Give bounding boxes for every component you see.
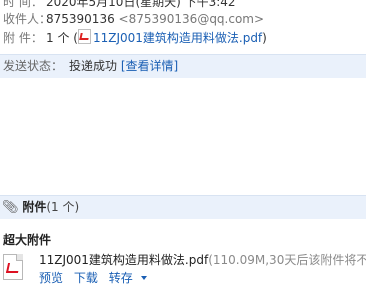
attachments-count: (1 个) (46, 200, 80, 214)
save-to-label: 转存 (108, 271, 133, 285)
paperclip-icon: 📎︎ (2, 200, 19, 215)
recipient-email: <875390136@qq.com> (118, 12, 265, 26)
recipient-name[interactable]: 875390136 (46, 12, 115, 26)
attachment-filename[interactable]: 11ZJ001建筑构造用料做法.pdf (39, 253, 208, 267)
page-fold (16, 254, 23, 261)
attachment-label: 附 件： (3, 31, 43, 45)
time-value: 2020年5月10日(星期天) 下午3:42 (46, 0, 236, 9)
attachment-item: 11ZJ001建筑构造用料做法.pdf(110.09M,30天后该附件将不 预览… (3, 250, 366, 290)
attachments-title: 附件 (22, 200, 47, 214)
chevron-down-icon (140, 276, 147, 280)
attachment-file-link[interactable]: 11ZJ001建筑构造用料做法.pdf (93, 31, 262, 45)
recipient-label: 收件人： (3, 12, 52, 26)
attachment-meta: (110.09M,30天后该附件将不 (208, 253, 366, 267)
pdf-logo-mark (5, 263, 21, 273)
attachment-actions: 预览 下载 转存 (39, 269, 154, 286)
attachment-close-paren: ) (262, 31, 267, 45)
pdf-icon[interactable] (3, 254, 23, 280)
attachment-count: 1 个 ( (46, 31, 78, 45)
large-attachment-title: 超大附件 (3, 233, 52, 247)
download-link[interactable]: 下载 (74, 271, 98, 285)
view-details-link[interactable]: [查看详情] (121, 59, 178, 73)
delivery-status-bar: 发送状态： 投递成功 [查看详情] (0, 54, 366, 78)
save-to-link[interactable]: 转存 (109, 271, 147, 285)
attachments-bar: 📎︎ 附件(1 个) (0, 195, 366, 219)
time-row: 时 间： 2020年5月10日(星期天) 下午3:42 (3, 0, 236, 10)
time-label: 时 间： (3, 0, 43, 9)
attachment-row: 附 件： 1 个 ( 11ZJ001建筑构造用料做法.pdf) (3, 29, 267, 45)
delivery-status-value: 投递成功 (69, 59, 118, 73)
recipient-row: 收件人：875390136 <875390136@qq.com> (3, 11, 264, 27)
attachment-filename-line: 11ZJ001建筑构造用料做法.pdf(110.09M,30天后该附件将不 (39, 251, 366, 268)
pdf-file-icon (77, 29, 91, 44)
preview-link[interactable]: 预览 (39, 271, 63, 285)
delivery-status-label: 发送状态： (3, 59, 64, 73)
